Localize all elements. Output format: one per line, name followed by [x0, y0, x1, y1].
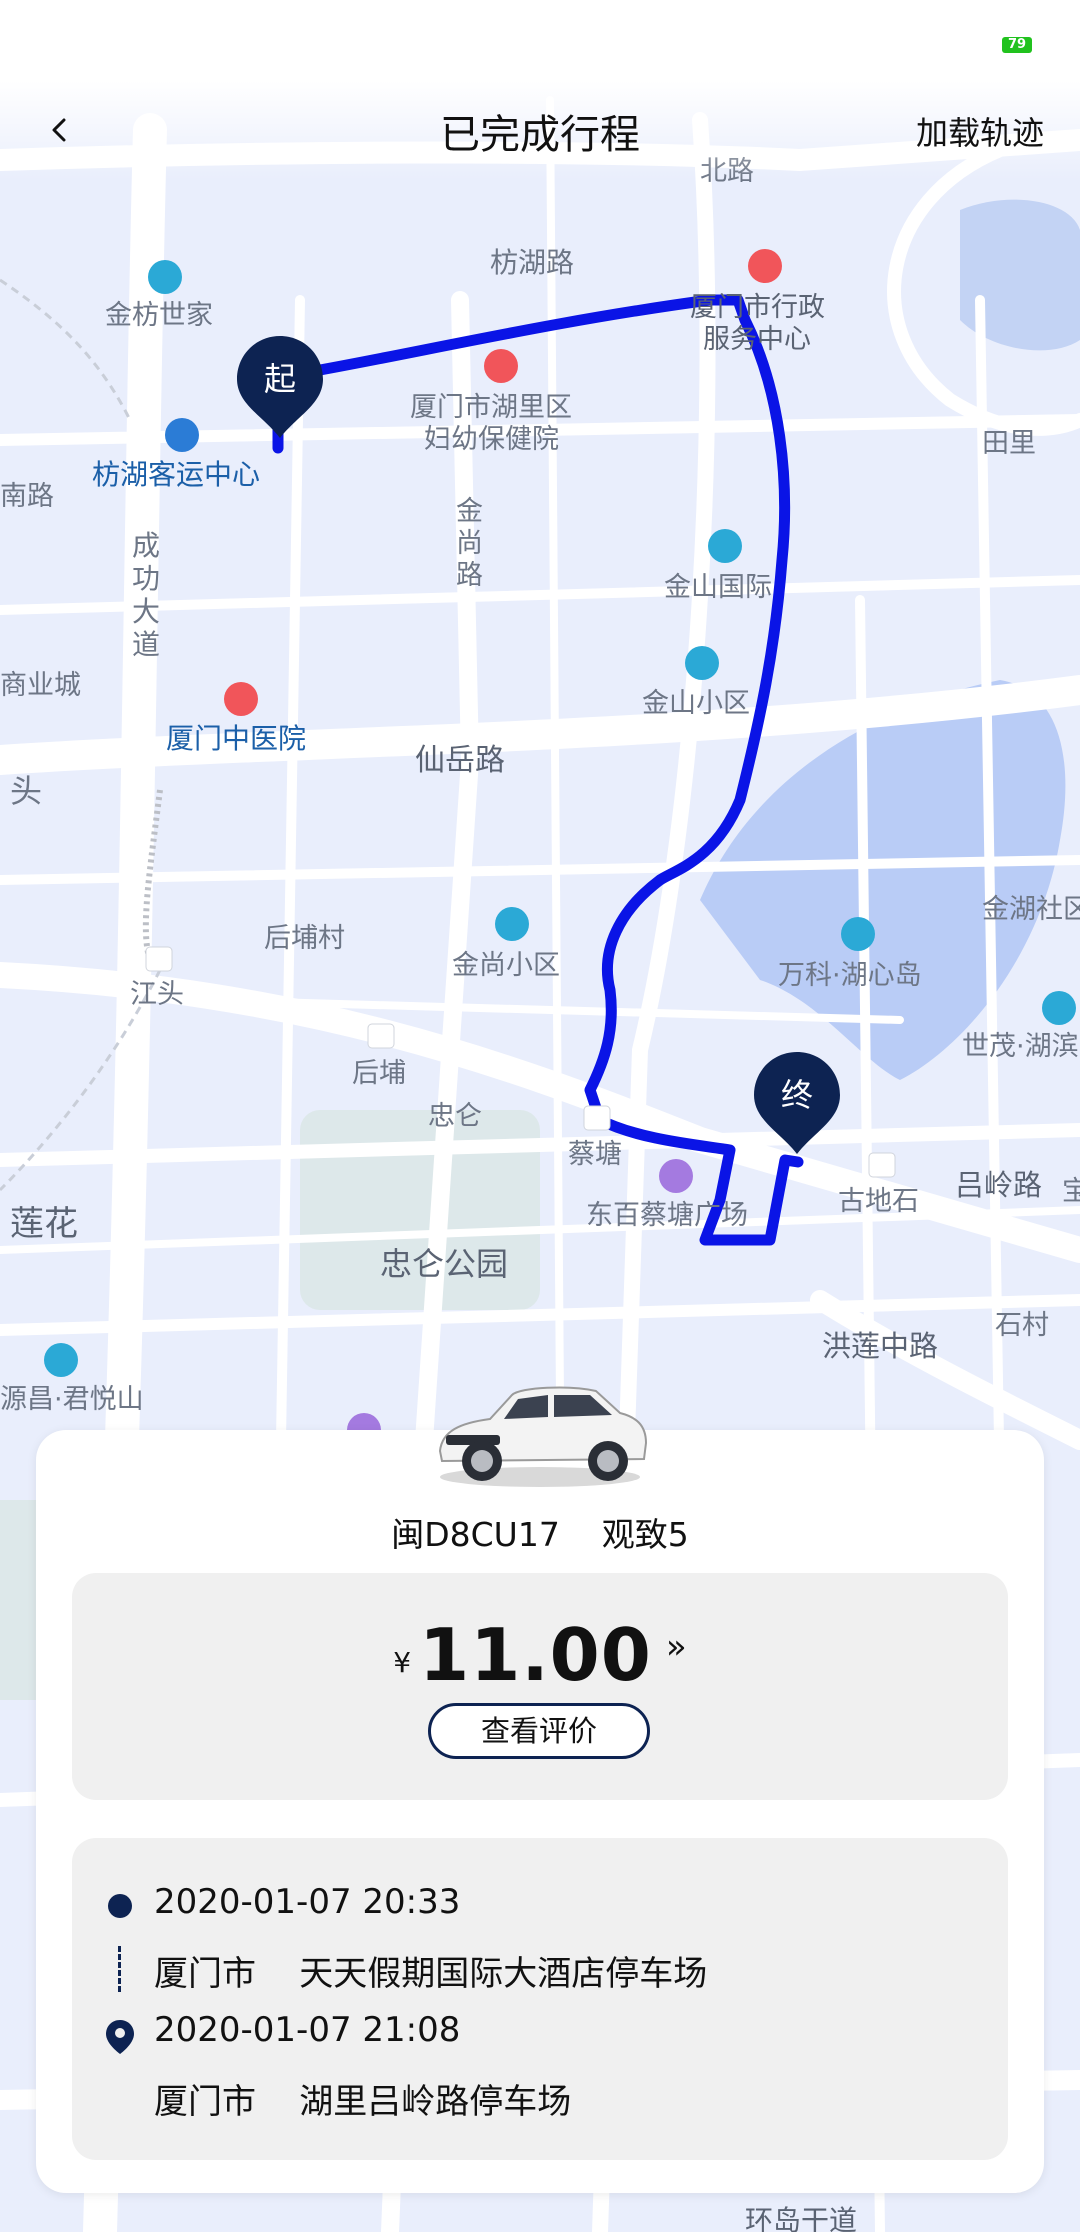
map-label: 环岛干道 [745, 2204, 857, 2232]
map-label: 忠仑公园 [380, 1245, 508, 1283]
metro-icon-jiangtou [145, 946, 173, 972]
building-icon-3 [685, 646, 719, 680]
map-label: 厦门市行政 [690, 292, 825, 323]
fare-section: ¥11.00 » 查看评价 [72, 1573, 1008, 1800]
map-label: 尚 [456, 528, 483, 559]
map-label: 枋湖路 [490, 246, 574, 279]
map-label: 厦门中医院 [166, 722, 306, 755]
map-label: 南路 [0, 481, 54, 512]
map-label: 古地石 [838, 1186, 919, 1217]
map-label: 头 [10, 772, 42, 810]
map-label: 大 [132, 595, 160, 628]
map-label: 东百蔡塘广场 [586, 1200, 748, 1231]
map-label: 商业城 [0, 670, 81, 701]
hospital-icon [484, 349, 518, 383]
bus-icon [165, 418, 199, 452]
map-label: 宝 [1062, 1176, 1080, 1207]
building-icon-6 [1042, 991, 1076, 1025]
shopping-icon [659, 1159, 693, 1193]
fare-amount: 11.00 [419, 1613, 652, 1697]
map-label: 忠仑 [428, 1101, 482, 1132]
map-label: 金山小区 [642, 688, 750, 719]
map-label: 石村 [995, 1310, 1049, 1341]
end-time: 2020-01-07 21:08 [154, 2010, 461, 2050]
map-label: 金山国际 [664, 572, 772, 603]
building-icon-5 [841, 917, 875, 951]
map-label: 路 [456, 560, 483, 591]
map-label: 道 [132, 628, 160, 661]
location-pin-icon [106, 2020, 134, 2054]
nav-bar: 已完成行程 加载轨迹 [0, 90, 1080, 170]
gov-star-icon [748, 249, 782, 283]
vehicle-info: 闽D8CU17 观致5 [391, 1515, 689, 1554]
building-icon-2 [708, 529, 742, 563]
map-label: 功 [132, 562, 160, 595]
map-label: 枋湖客运中心 [92, 458, 260, 491]
metro-icon-caitang [583, 1105, 611, 1131]
map-label: 金尚小区 [452, 950, 560, 981]
load-track-button[interactable]: 加载轨迹 [916, 108, 1044, 154]
map-label: 妇幼保健院 [424, 424, 559, 455]
end-pin-label: 终 [781, 1076, 813, 1114]
map-label: 江头 [130, 979, 184, 1010]
end-location: 厦门市 湖里吕岭路停车场 [154, 2082, 572, 2122]
map-label: 世茂·湖滨 [962, 1031, 1079, 1062]
map-label: 后埔 [352, 1058, 406, 1089]
map-label: 仙岳路 [415, 743, 505, 778]
map-label: 金枋世家 [105, 300, 213, 331]
map-label: 金湖社区 [982, 894, 1080, 925]
map-label: 服务中心 [703, 324, 811, 355]
chevron-right-double-icon[interactable]: » [666, 1627, 687, 1667]
map-label: 厦门市湖里区 [410, 392, 572, 423]
start-location: 厦门市 天天假期国际大酒店停车场 [154, 1954, 708, 1994]
battery-indicator: 79 [1002, 37, 1032, 53]
start-pin-label: 起 [264, 360, 296, 398]
hospital-icon-2 [224, 682, 258, 716]
start-dot-icon [108, 1894, 132, 1918]
map-label: 吕岭路 [955, 1168, 1042, 1202]
map-label: 源昌·君悦山 [0, 1384, 144, 1415]
map-label: 金 [456, 496, 483, 527]
map-label: 蔡塘 [568, 1139, 622, 1170]
car-image [438, 1386, 648, 1487]
building-icon-7 [44, 1343, 78, 1377]
view-review-button[interactable]: 查看评价 [428, 1703, 650, 1759]
map-label: 后埔村 [264, 923, 345, 954]
building-icon [148, 260, 182, 294]
start-time: 2020-01-07 20:33 [154, 1882, 461, 1922]
status-bar: 79 [0, 0, 1080, 90]
trip-route-section: 2020-01-07 20:33 厦门市 天天假期国际大酒店停车场 2020-0… [72, 1838, 1008, 2160]
route-connector-line [118, 1946, 121, 1992]
metro-icon-houpu [367, 1023, 395, 1049]
map-label: 洪莲中路 [822, 1329, 938, 1363]
map-label: 莲花 [10, 1204, 78, 1244]
building-icon-4 [495, 907, 529, 941]
currency-symbol: ¥ [393, 1646, 412, 1679]
map-label: 田里 [982, 428, 1036, 459]
metro-icon-gudishi [868, 1152, 896, 1178]
map-label: 万科·湖心岛 [778, 960, 922, 991]
map-label: 成 [132, 529, 160, 562]
fare-row[interactable]: ¥11.00 » [72, 1613, 1008, 1697]
